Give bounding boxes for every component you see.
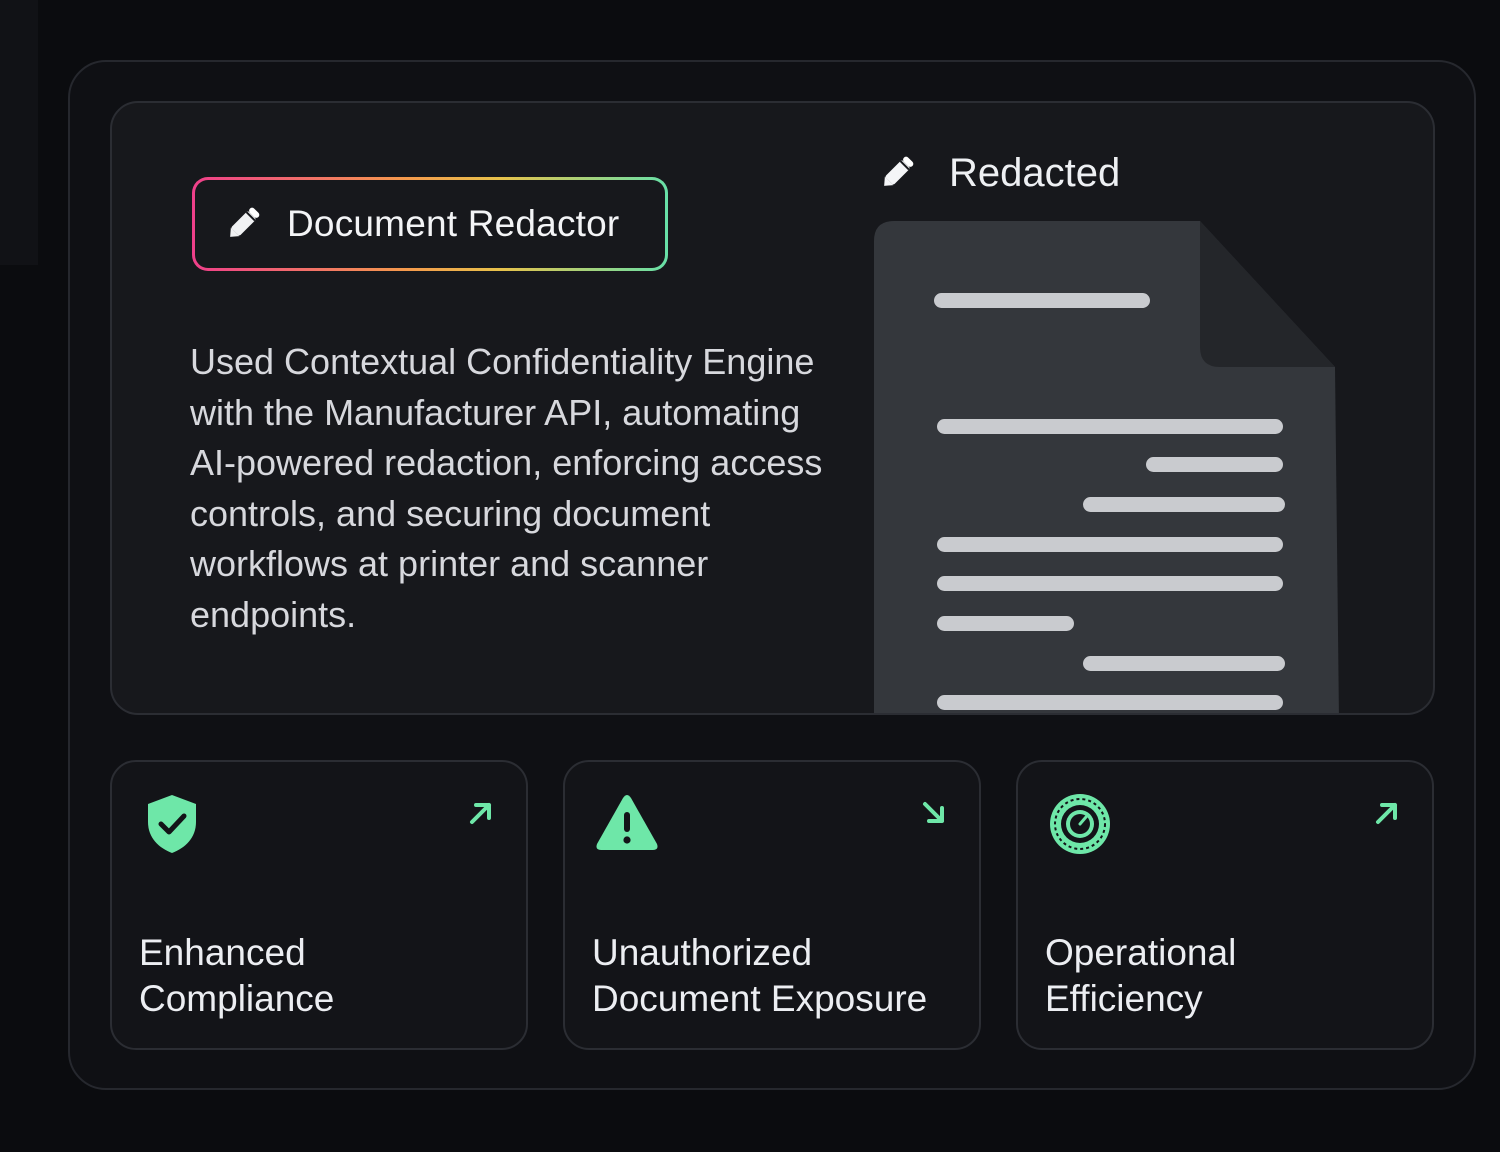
redacted-header: Redacted xyxy=(877,149,1120,198)
badge-label: Document Redactor xyxy=(287,203,620,244)
redaction-bar xyxy=(934,293,1150,308)
redacted-label: Redacted xyxy=(949,151,1121,195)
redaction-bar xyxy=(937,576,1283,591)
badge-inner: Document Redactor xyxy=(195,180,665,268)
description-text: Used Contextual Confidentiality Engine w… xyxy=(190,341,823,635)
hero-panel: Document Redactor Used Contextual Confid… xyxy=(110,101,1435,715)
arrow-down-right-icon xyxy=(919,798,949,833)
warning-triangle-icon xyxy=(595,792,659,859)
shield-check-icon xyxy=(142,792,202,861)
redaction-bar xyxy=(937,695,1283,710)
card-title: Unauthorized Document Exposure xyxy=(592,932,928,1019)
card-title: Operational Efficiency xyxy=(1045,932,1237,1019)
redacted-document-illustration xyxy=(874,221,1339,713)
speedometer-icon xyxy=(1048,792,1112,861)
redaction-bar xyxy=(1083,497,1285,512)
arrow-up-right-icon xyxy=(1372,798,1402,833)
document-redactor-badge[interactable]: Document Redactor xyxy=(192,177,668,271)
card-unauthorized-document-exposure[interactable]: Unauthorized Document Exposure xyxy=(563,760,981,1050)
background-shade xyxy=(0,0,38,265)
redaction-bar xyxy=(937,616,1074,631)
redaction-bar xyxy=(1083,656,1285,671)
redaction-bar xyxy=(1146,457,1283,472)
card-title: Enhanced Compliance xyxy=(139,932,335,1019)
redaction-bar xyxy=(937,419,1283,434)
card-enhanced-compliance[interactable]: Enhanced Compliance xyxy=(110,760,528,1050)
arrow-up-right-icon xyxy=(466,798,496,833)
card-operational-efficiency[interactable]: Operational Efficiency xyxy=(1016,760,1434,1050)
pencil-icon xyxy=(223,200,267,249)
redaction-bar xyxy=(937,537,1283,552)
pencil-icon xyxy=(877,149,921,198)
